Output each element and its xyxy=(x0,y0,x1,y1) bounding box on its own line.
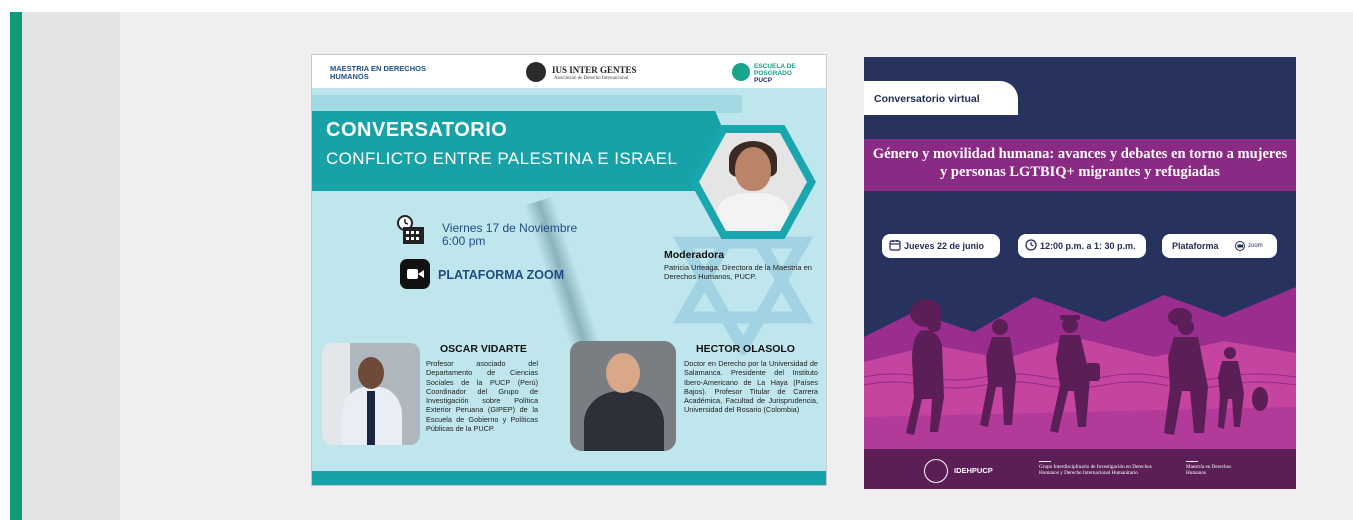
zoom-brand: zoom xyxy=(1248,243,1263,249)
accent-bar xyxy=(10,12,22,520)
speaker1-name: OSCAR VIDARTE xyxy=(440,343,527,355)
group-text: Grupo Interdisciplinario de Investigació… xyxy=(1039,461,1159,476)
poster-subtitle: CONFLICTO ENTRE PALESTINA E ISRAEL xyxy=(326,149,678,168)
globe-logo-icon xyxy=(526,62,546,82)
idehpucp-logo-icon xyxy=(924,459,948,483)
zoom-camera-icon xyxy=(1235,241,1245,251)
calendar-icon xyxy=(889,240,901,251)
ius-title: IUS INTER GENTES xyxy=(552,65,637,75)
pucp-text: PUCP xyxy=(754,77,773,84)
time-pill: 12:00 p.m. a 1: 30 p.m. xyxy=(1018,234,1146,258)
event-date: Viernes 17 de Noviembre 6:00 pm xyxy=(442,221,578,248)
speaker2-name: HECTOR OLASOLO xyxy=(696,343,795,355)
speaker2-description: Doctor en Derecho por la Universidad de … xyxy=(684,359,818,415)
escuela-posgrado-logo: ESCUELA DE POSGRADO PUCP xyxy=(732,61,824,85)
moderator-title: Moderadora xyxy=(664,249,725,261)
poster-header: MAESTRIA EN DERECHOS HUMANOS IUS INTER G… xyxy=(312,55,826,88)
clock-icon xyxy=(1025,239,1037,251)
escuela-logo-icon xyxy=(732,63,750,81)
speaker1-description: Profesor asociado del Departamento de Ci… xyxy=(426,359,538,434)
left-gutter xyxy=(22,12,120,520)
speaker2-photo xyxy=(570,341,676,451)
speaker1-photo xyxy=(322,343,420,445)
ius-inter-gentes-logo: IUS INTER GENTES Asociación de Derecho I… xyxy=(526,62,656,84)
conversatorio-label: Conversatorio virtual xyxy=(874,93,980,105)
poster-title: Género y movilidad humana: avances y deb… xyxy=(872,146,1288,180)
maestria-text: Maestría en Derechos Humanos xyxy=(1186,461,1246,476)
poster-palestina-israel[interactable]: MAESTRIA EN DERECHOS HUMANOS IUS INTER G… xyxy=(311,54,827,486)
maestria-logo-text: MAESTRIA EN DERECHOS HUMANOS xyxy=(330,64,426,81)
poster-title: CONVERSATORIO xyxy=(326,119,508,141)
date-pill: Jueves 22 de junio xyxy=(882,234,1000,258)
title-band-shadow xyxy=(312,95,742,113)
platform-label: PLATAFORMA ZOOM xyxy=(438,268,565,282)
poster-genero-movilidad[interactable]: Conversatorio virtual Género y movilidad… xyxy=(864,57,1296,489)
platform-pill: Plataforma zoom xyxy=(1162,234,1277,258)
time-text: 12:00 p.m. a 1: 30 p.m. xyxy=(1040,241,1136,251)
poster-bottom-bar xyxy=(312,471,826,485)
date-text: Jueves 22 de junio xyxy=(904,241,985,251)
ius-subtitle: Asociación de Derecho Internacional xyxy=(554,76,629,81)
calendar-icon xyxy=(397,215,424,244)
idehpucp-text: IDEHPUCP xyxy=(954,466,993,475)
escuela-text: ESCUELA DE POSGRADO xyxy=(754,63,796,77)
moderator-description: Patricia Urteaga, Directora de la Maestr… xyxy=(664,263,812,281)
zoom-camera-icon xyxy=(400,259,430,289)
platform-text: Plataforma xyxy=(1172,241,1219,251)
